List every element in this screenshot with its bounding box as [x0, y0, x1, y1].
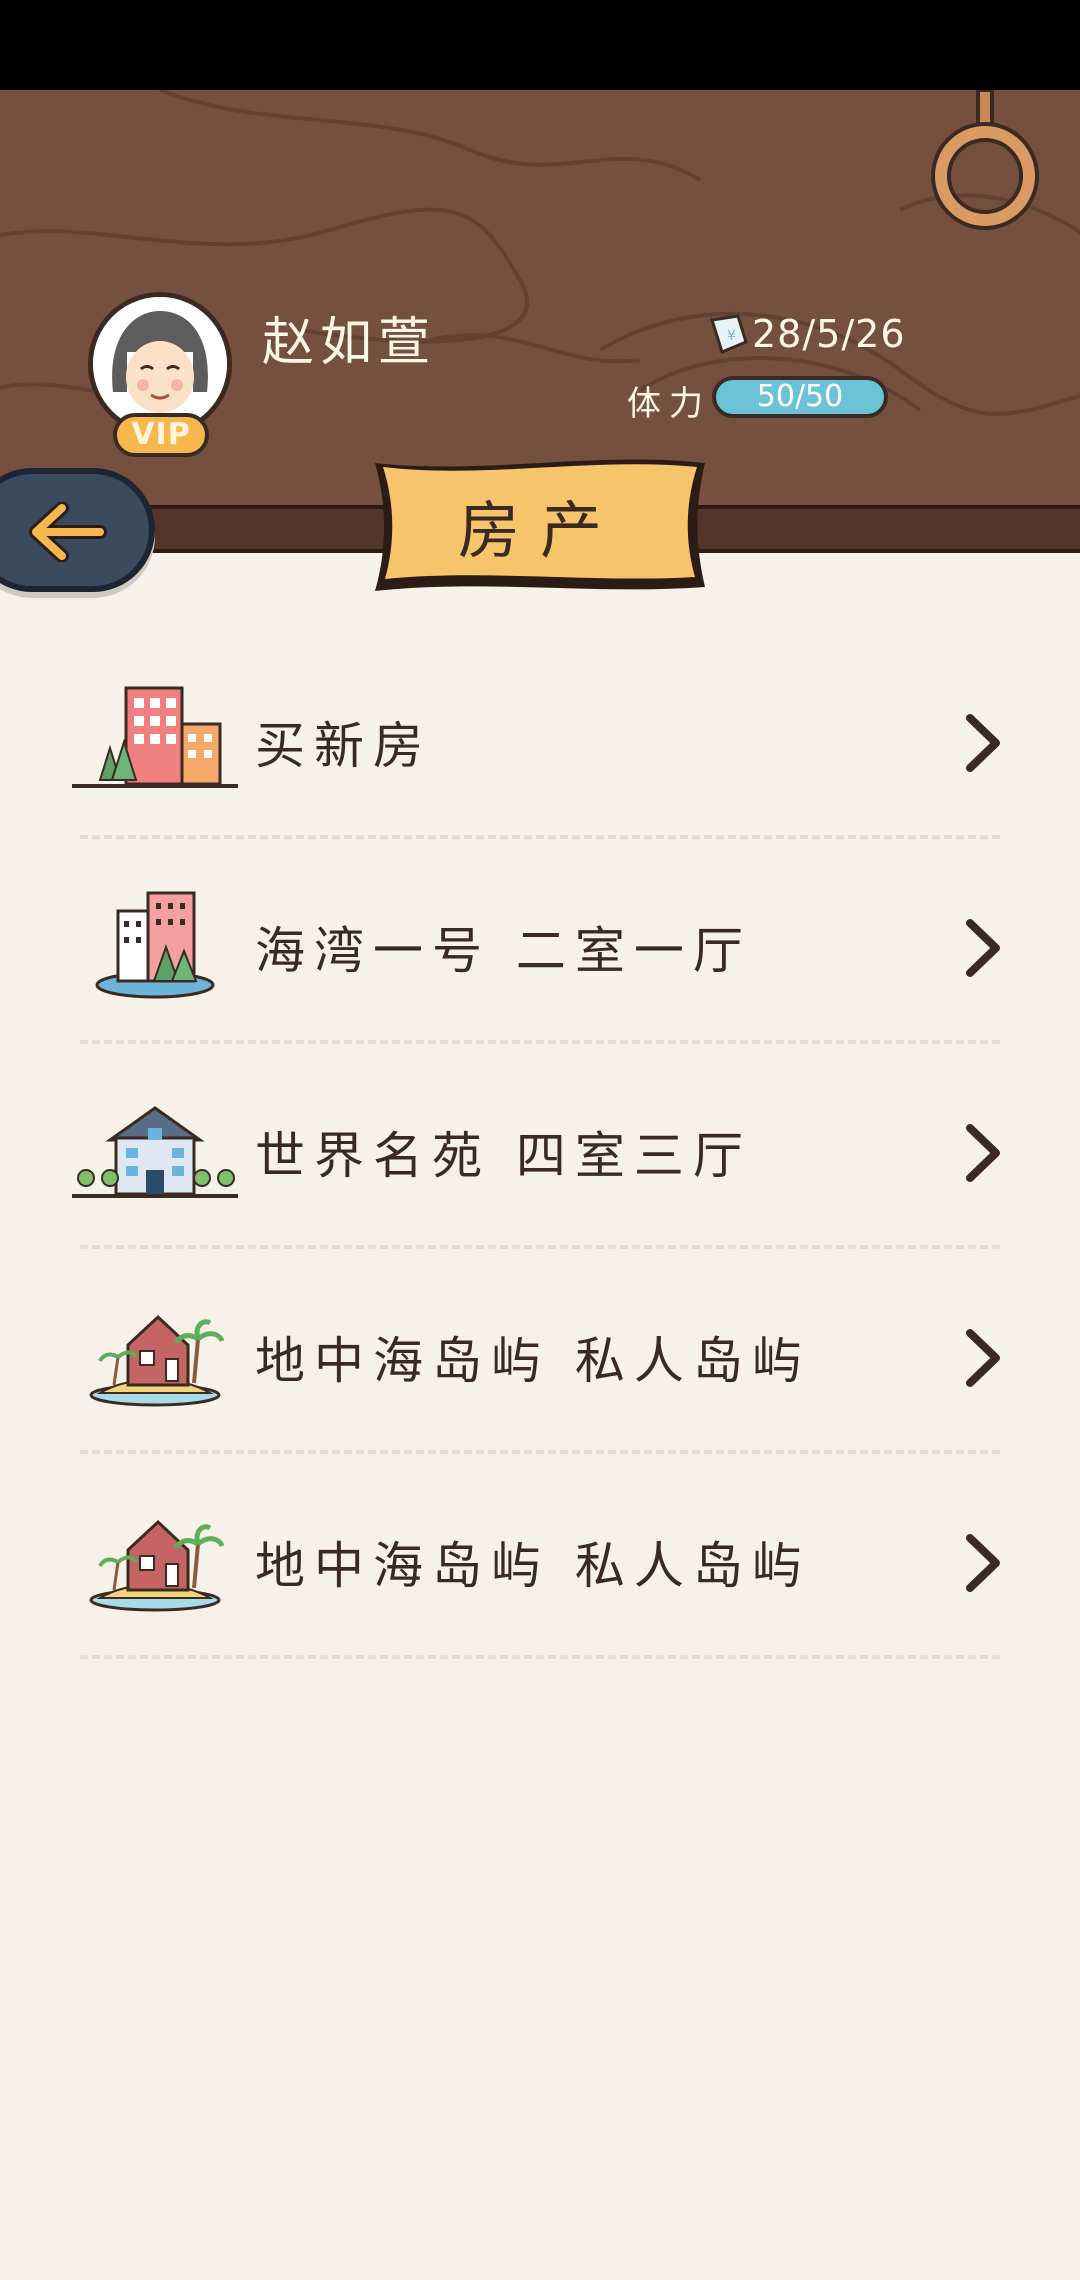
status-bar — [0, 0, 1080, 90]
back-button[interactable] — [0, 468, 155, 592]
list-item-label: 世界名苑 四室三厅 — [255, 1127, 752, 1185]
list-item-villa[interactable]: 世界名苑 四室三厅 — [0, 1050, 1080, 1255]
vip-badge: VIP — [113, 413, 209, 457]
stamina-bar: 50/50 — [712, 376, 888, 418]
page-title: 房产 — [457, 494, 622, 567]
list-item-bay-apartment[interactable]: 海湾一号 二室一厅 — [0, 845, 1080, 1050]
stamina-fill: 50/50 — [716, 380, 884, 414]
buy-new-house-icon — [72, 686, 238, 788]
money-ticket-icon: ¥ — [710, 314, 748, 354]
chevron-right-icon — [966, 714, 1000, 772]
villa-icon — [72, 1106, 238, 1198]
private-island-icon — [89, 1519, 225, 1612]
list-item-label: 海湾一号 二室一厅 — [255, 922, 752, 980]
list-item-private-island[interactable]: 地中海岛屿 私人岛屿 — [0, 1255, 1080, 1460]
private-island-icon — [89, 1314, 225, 1407]
chevron-right-icon — [966, 919, 1000, 977]
player-name: 赵如萱 — [262, 313, 437, 373]
chevron-right-icon — [966, 1534, 1000, 1592]
divider — [80, 835, 1000, 839]
back-arrow-icon — [29, 502, 107, 562]
divider — [80, 1655, 1000, 1659]
svg-text:¥: ¥ — [727, 328, 736, 344]
list-item-label: 买新房 — [255, 717, 432, 775]
apartment-bay-icon — [95, 891, 215, 999]
chevron-right-icon — [966, 1124, 1000, 1182]
list-item-buy-new-house[interactable]: 买新房 — [0, 640, 1080, 845]
list-item-label: 地中海岛屿 私人岛屿 — [255, 1537, 811, 1595]
chevron-right-icon — [966, 1329, 1000, 1387]
hanging-ring-icon — [931, 90, 1039, 230]
money-value: 28/5/26 — [752, 312, 906, 356]
list-item-label: 地中海岛屿 私人岛屿 — [255, 1332, 811, 1390]
divider — [80, 1040, 1000, 1044]
stamina-label: 体力 — [627, 384, 711, 424]
list-item-private-island[interactable]: 地中海岛屿 私人岛屿 — [0, 1460, 1080, 1665]
divider — [80, 1450, 1000, 1454]
divider — [80, 1245, 1000, 1249]
